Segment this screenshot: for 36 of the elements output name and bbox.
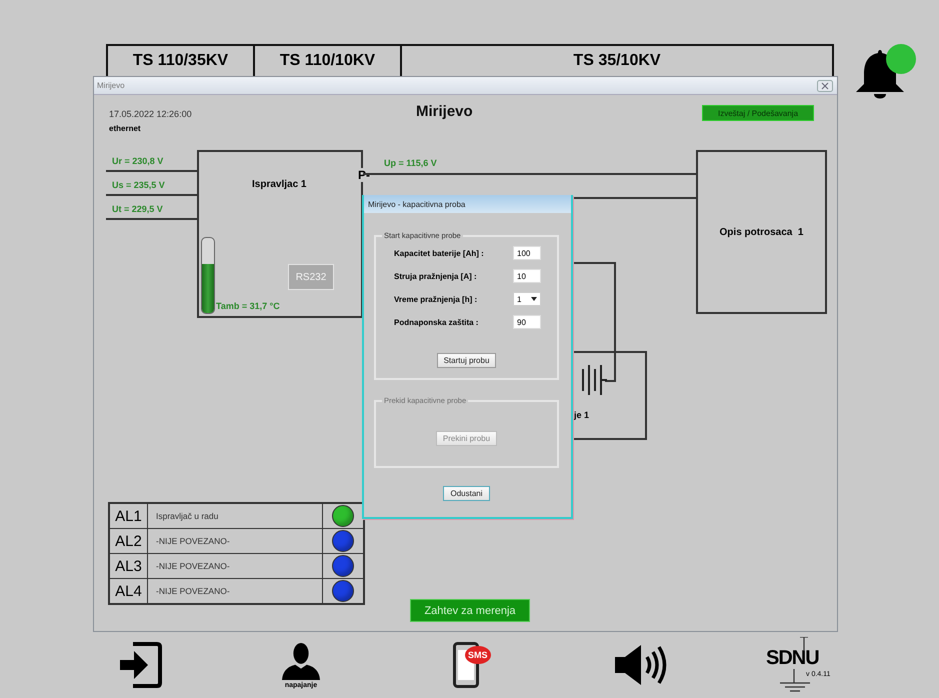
report-settings-button[interactable]: Izveštaj / Podešavanja — [702, 105, 814, 121]
dialog-title: Mirijevo - kapacitivna proba — [368, 200, 466, 208]
alarm-code: AL2 — [109, 528, 148, 554]
field-label: Vreme pražnjenja [h] : — [394, 294, 478, 304]
window-title: Mirijevo — [97, 81, 125, 90]
close-icon[interactable] — [817, 80, 833, 92]
caret-icon — [531, 297, 537, 301]
input-field[interactable]: 10 — [513, 269, 541, 283]
start-button[interactable]: Startuj probu — [436, 353, 496, 368]
output-voltage: Up = 115,6 V — [384, 158, 437, 168]
field-label: Kapacitet baterije [Ah] : — [394, 248, 484, 258]
alarm-text: Ispravljač u radu — [148, 503, 322, 528]
alarm-text: -NIJE POVEZANO- — [148, 528, 322, 554]
connection-type: ethernet — [109, 124, 141, 133]
battery-icon — [581, 365, 607, 395]
station-tab[interactable]: TS 35/10KV — [402, 46, 832, 76]
temperature-reading: Tamb = 31,7 °C — [216, 301, 280, 311]
cancel-button[interactable]: Odustani — [443, 486, 490, 501]
voltage-reading: Ur = 230,8 V — [112, 156, 164, 166]
sign-in-icon[interactable] — [117, 640, 163, 690]
voltage-reading: Us = 235,5 V — [112, 180, 165, 190]
consumer-label: Opis potrosaca 1 — [720, 226, 804, 238]
timestamp: 17.05.2022 12:26:00 — [109, 109, 192, 119]
alarm-text: -NIJE POVEZANO- — [148, 554, 322, 578]
logo-title: SDNU — [766, 647, 819, 670]
station-heading: Mirijevo — [416, 103, 473, 120]
field-label: Podnaponska zaštita : — [394, 318, 478, 326]
voltage-reading: Ut = 229,5 V — [112, 204, 163, 214]
alarm-code: AL3 — [109, 554, 148, 578]
field-label: Struja pražnjenja [A] : — [394, 272, 477, 280]
input-field[interactable]: 100 — [513, 246, 541, 260]
battery-label: je 1 — [574, 410, 590, 420]
dropdown[interactable]: 1 — [513, 292, 541, 306]
alarm-code: AL1 — [109, 503, 148, 528]
input-field[interactable]: 90 — [513, 315, 541, 329]
rectifier-name: Ispravljac 1 — [252, 179, 306, 190]
